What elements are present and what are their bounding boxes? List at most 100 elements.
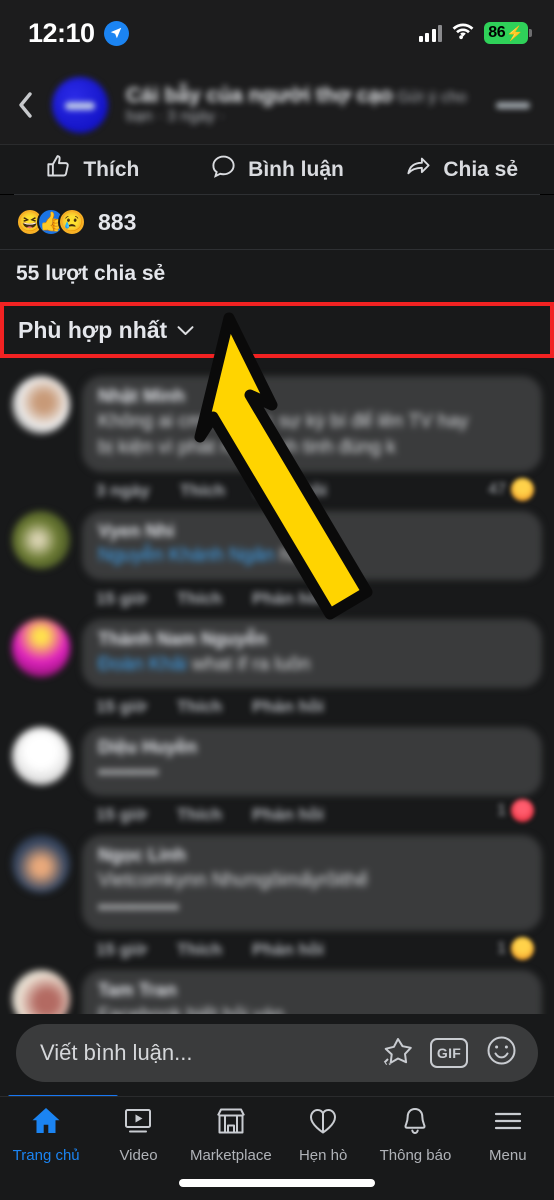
tab-video-label: Video [119,1147,158,1164]
comment-meta: 15 giờ Thích Phản hồi [96,697,542,717]
status-bar-right: 86 ⚡ [418,22,532,45]
post-header-text[interactable]: Cái bẫy của người thợ cạo Gửi ý cho bạn … [126,84,496,127]
comment-timestamp: 15 giờ [96,589,147,609]
tab-marketplace[interactable]: Marketplace [185,1105,277,1164]
comment-composer: Viết bình luận... GIF [0,1014,554,1100]
comment-body: Diệu Huyền ▪▪▪▪▪▪▪▪▪ 15 giờ Thích Phản h… [82,727,542,829]
comment-reaction-badge[interactable]: 47 [488,478,534,501]
comment-text: Nguyễn Khánh Ngân ha [98,544,526,569]
post-header: Cái bẫy của người thợ cạo Gửi ý cho bạn … [0,66,554,144]
comment-input[interactable]: Viết bình luận... [40,1040,380,1066]
comment-like-action[interactable]: Thích [177,589,222,609]
comment-label: Bình luận [248,157,344,181]
dating-heart-icon [307,1105,339,1142]
comment-sort-label: Phù hợp nhất [18,316,168,343]
tab-menu[interactable]: Menu [462,1105,554,1164]
comment-reply-action[interactable]: Phản hồi [252,697,324,717]
comment-bubble: Vyen Nhi Nguyễn Khánh Ngân ha [82,510,542,581]
comment-text-tail: ha [279,545,301,567]
lightning-bolt-icon: ⚡ [506,25,524,41]
tab-marketplace-label: Marketplace [189,1147,272,1164]
avatar[interactable] [12,619,70,678]
bottom-tab-bar: Trang chủ Video Marketplace Hẹn hò Thông… [0,1096,554,1200]
tab-home-label: Trang chủ [12,1147,80,1164]
cellular-signal-icon [418,24,442,42]
comment-item[interactable]: Nhật Minh Không ai cmt về việc sự kỳ bí … [0,370,554,505]
tab-notifications[interactable]: Thông báo [369,1105,461,1164]
comment-item[interactable]: Thành Nam Nguyễn Đoàn Khải what if ra lu… [0,613,554,721]
comment-reaction-badge[interactable]: 1 [497,799,534,823]
back-chevron-icon[interactable] [18,92,44,118]
comment-mention[interactable]: Đoàn Khải [98,654,187,675]
comment-meta: 15 giờ Thích Phản hồi [96,940,542,960]
sticker-star-icon[interactable] [380,1034,413,1072]
comment-like-action[interactable]: Thích [177,697,222,717]
comment-sort-dropdown[interactable]: Phù hợp nhất [0,302,554,358]
page-avatar[interactable] [52,77,108,133]
status-time: 12:10 [28,17,95,48]
comment-bubble: Nhật Minh Không ai cmt về việc sự kỳ bí … [82,376,542,472]
comment-like-action[interactable]: Thích [177,940,222,960]
reaction-summary[interactable]: 😆 👍 😢 883 [0,195,554,249]
comment-item[interactable]: Diệu Huyền ▪▪▪▪▪▪▪▪▪ 15 giờ Thích Phản h… [0,721,554,829]
comment-mention[interactable]: Nguyễn Khánh Ngân [98,545,274,566]
tab-video[interactable]: Video [92,1105,184,1164]
smiley-face-icon[interactable] [485,1034,518,1072]
comment-mention[interactable]: Vietcomkynn Nhưngôimấyrồithế [98,869,526,894]
tab-menu-label: Menu [489,1147,527,1164]
comment-meta: 15 giờ Thích Phản hồi [96,589,542,609]
tab-notifications-label: Thông báo [379,1147,452,1164]
haha-reaction-icon [511,478,534,501]
post-title: Cái bẫy của người thợ cạo [126,83,393,107]
comment-reply-action[interactable]: Phản hồi [255,481,327,501]
thumbs-up-icon [45,153,72,186]
status-bar: 12:10 86 ⚡ [0,0,554,66]
gif-button[interactable]: GIF [430,1038,468,1068]
comment-reaction-count: 1 [497,801,506,819]
comment-reply-action[interactable]: Phản hồi [252,805,324,825]
comment-author[interactable]: Thành Nam Nguyễn [98,629,267,649]
comment-like-action[interactable]: Thích [180,481,225,501]
comment-input-wrapper[interactable]: Viết bình luận... GIF [16,1024,538,1082]
comment-reaction-count: 1 [497,939,506,957]
comment-reaction-badge[interactable]: 1 [497,937,534,961]
comment-body: Ngọc Linh Vietcomkynn Nhưngôimấyrồithế ▪… [82,835,542,964]
comment-timestamp: 15 giờ [96,940,147,960]
comment-author[interactable]: Nhật Minh [98,386,185,406]
post-action-row: Thích Bình luận Chia sẻ [0,144,554,194]
comment-bubble: Ngọc Linh Vietcomkynn Nhưngôimấyrồithế ▪… [82,835,542,932]
comment-bubble: Thành Nam Nguyễn Đoàn Khải what if ra lu… [82,619,542,689]
comment-item[interactable]: Vyen Nhi Nguyễn Khánh Ngân ha 15 giờ Thí… [0,505,554,613]
marketplace-store-icon [215,1105,247,1142]
comment-reply-action[interactable]: Phản hồi [252,940,324,960]
like-label: Thích [83,157,140,181]
tab-home[interactable]: Trang chủ [0,1105,92,1164]
comment-button[interactable]: Bình luận [185,153,370,186]
tab-dating[interactable]: Hẹn hò [277,1105,369,1164]
comment-body: Thành Nam Nguyễn Đoàn Khải what if ra lu… [82,619,542,721]
avatar[interactable] [12,510,70,569]
comment-text-tail: what if ra luôn [192,653,311,675]
comment-bubble: Diệu Huyền ▪▪▪▪▪▪▪▪▪ [82,727,542,797]
comment-item[interactable]: Ngọc Linh Vietcomkynn Nhưngôimấyrồithế ▪… [0,829,554,964]
comment-meta: 3 ngày Thích Phản hồi [96,481,542,501]
comment-reply-action[interactable]: Phản hồi [252,589,324,609]
comment-like-action[interactable]: Thích [177,805,222,825]
avatar[interactable] [12,376,70,434]
comment-timestamp: 3 ngày [96,480,150,500]
like-button[interactable]: Thích [0,153,185,186]
share-arrow-icon [405,153,432,186]
share-count-label[interactable]: 55 lượt chia sẻ [0,249,554,302]
more-options-icon[interactable] [496,101,530,109]
comment-author[interactable]: Vyen Nhi [98,521,174,541]
avatar[interactable] [12,835,70,894]
comment-author[interactable]: Ngọc Linh [98,845,186,865]
comment-author[interactable]: Diệu Huyền [98,737,197,757]
share-button[interactable]: Chia sẻ [369,153,554,186]
comment-timestamp: 15 giờ [96,697,147,717]
avatar[interactable] [12,727,70,786]
tab-dating-label: Hẹn hò [298,1147,348,1164]
home-indicator [179,1179,375,1187]
sad-reaction-icon: 😢 [58,208,86,236]
comment-author[interactable]: Tam Tran [98,980,177,1000]
